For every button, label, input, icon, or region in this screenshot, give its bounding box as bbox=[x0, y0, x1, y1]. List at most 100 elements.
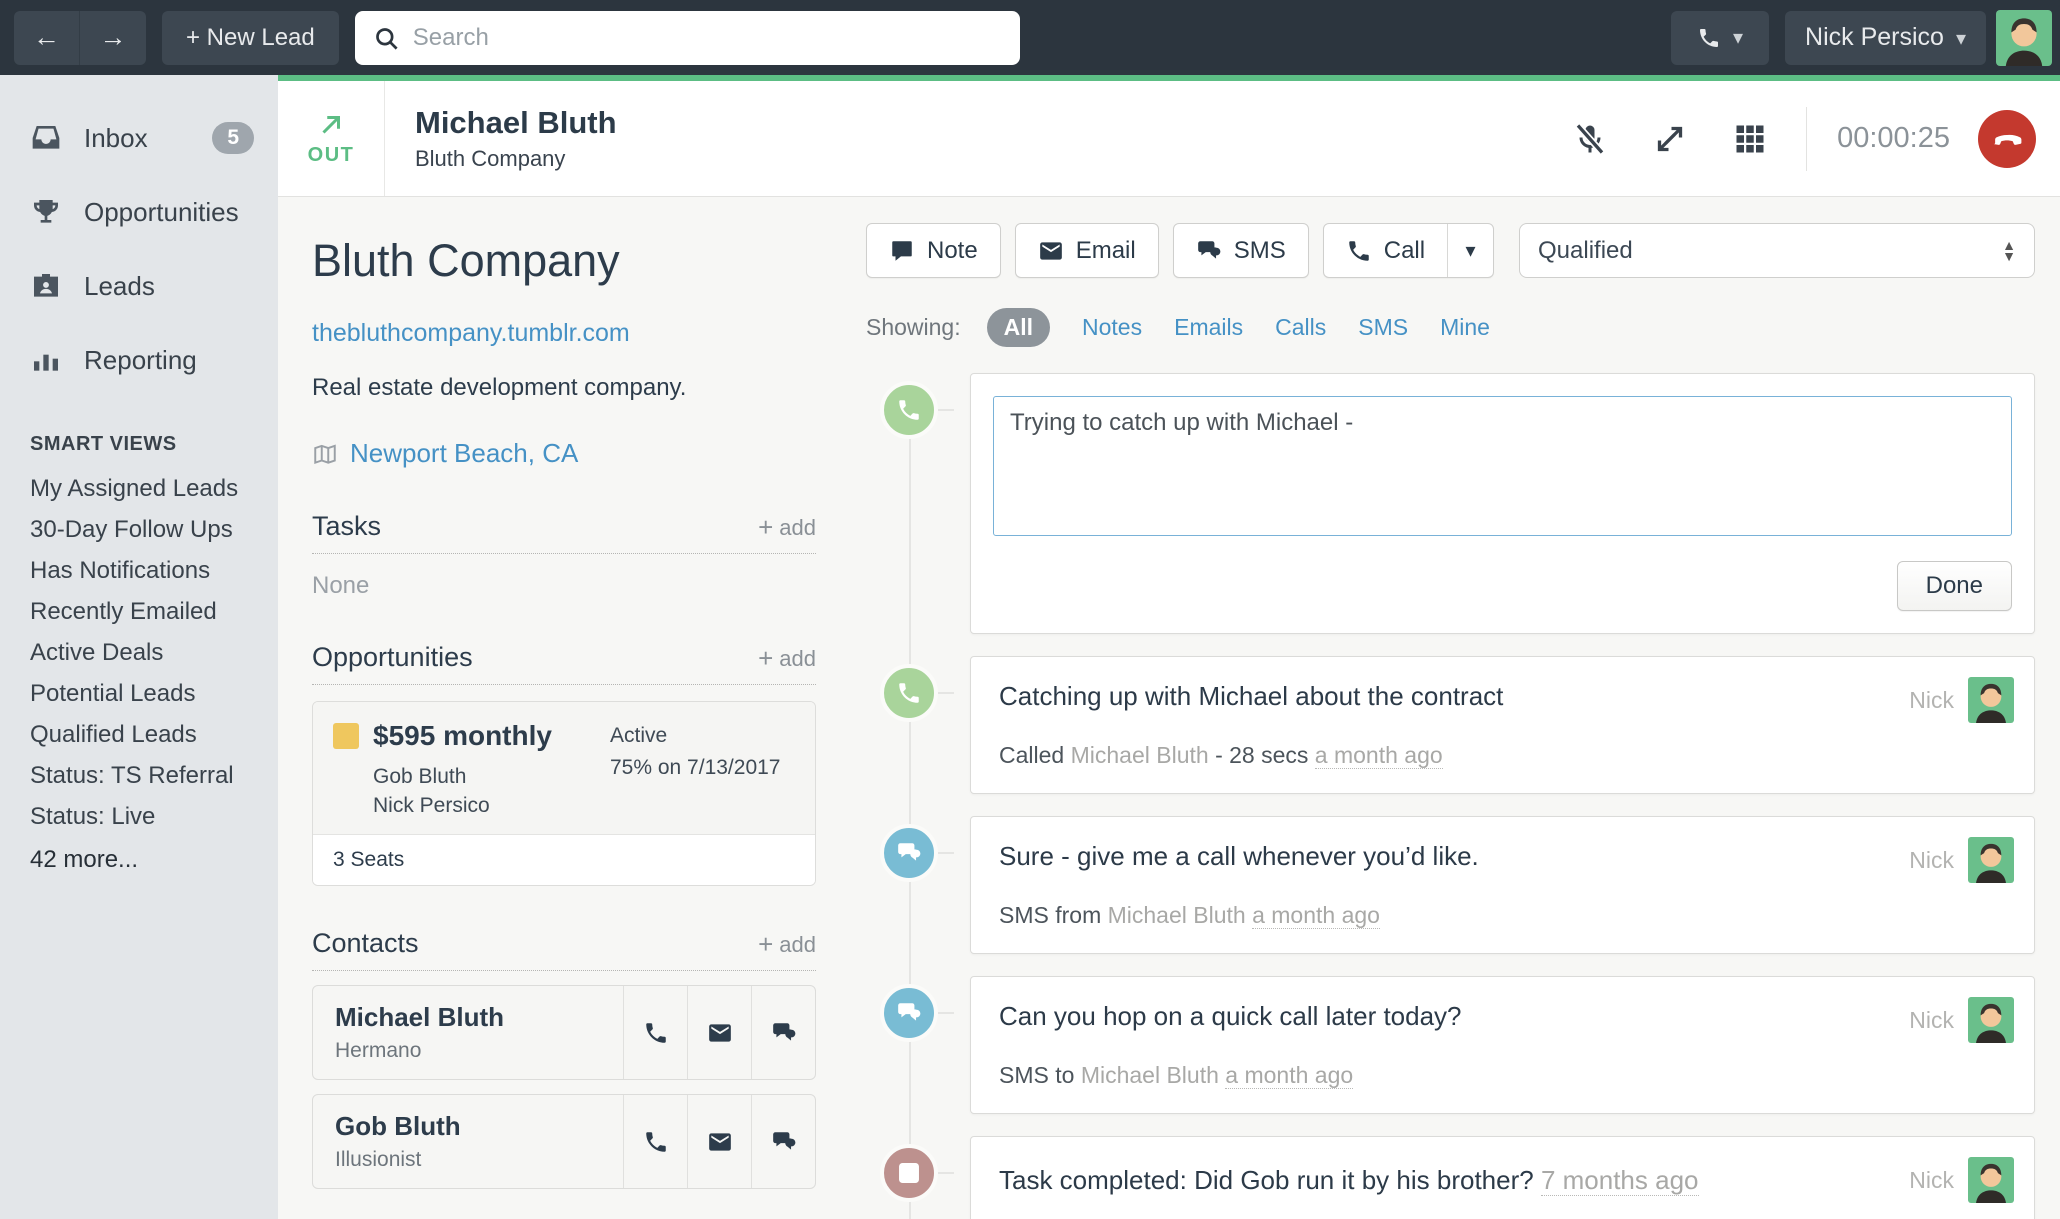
smart-view-active-deals[interactable]: Active Deals bbox=[0, 632, 278, 673]
call-note-input[interactable]: Trying to catch up with Michael - bbox=[993, 396, 2012, 536]
activity-author: Nick bbox=[1909, 837, 2014, 883]
opportunity-confidence: 75% on 7/13/2017 bbox=[610, 752, 795, 784]
user-avatar[interactable] bbox=[1996, 10, 2052, 66]
envelope-icon bbox=[707, 1129, 733, 1155]
call-options-dropdown[interactable] bbox=[1447, 224, 1493, 277]
activity-column: Note Email SMS C bbox=[850, 197, 2060, 1219]
sms-activity-icon bbox=[880, 984, 938, 1042]
activity-meta-contact: Michael Bluth bbox=[1108, 902, 1246, 928]
sidebar-item-opportunities[interactable]: Opportunities bbox=[0, 175, 278, 249]
opportunity-contact: Gob Bluth bbox=[373, 762, 610, 791]
smart-view-potential-leads[interactable]: Potential Leads bbox=[0, 673, 278, 714]
phone-icon bbox=[643, 1020, 669, 1046]
activity-title: Catching up with Michael about the contr… bbox=[999, 681, 2006, 712]
add-contact-button[interactable]: add bbox=[758, 929, 816, 960]
tasks-title: Tasks bbox=[312, 511, 381, 542]
opportunity-card[interactable]: $595 monthly Gob Bluth Nick Persico Acti… bbox=[312, 701, 816, 886]
contact-call-button[interactable] bbox=[623, 986, 687, 1079]
activity-meta-duration: - 28 secs bbox=[1215, 742, 1308, 768]
lead-status-select[interactable]: Qualified bbox=[1519, 223, 2035, 278]
activity-timestamp-link[interactable]: a month ago bbox=[1252, 902, 1380, 929]
call-activity-item: Catching up with Michael about the contr… bbox=[866, 656, 2035, 794]
contact-call-button[interactable] bbox=[623, 1095, 687, 1188]
contact-email-button[interactable] bbox=[687, 986, 751, 1079]
transfer-call-button[interactable] bbox=[1648, 117, 1692, 161]
smart-view-recently-emailed[interactable]: Recently Emailed bbox=[0, 591, 278, 632]
lead-name: Bluth Company bbox=[312, 235, 816, 287]
sms-button[interactable]: SMS bbox=[1173, 223, 1309, 278]
sidebar: Inbox 5 Opportunities Leads Reporting SM… bbox=[0, 75, 278, 1219]
contact-title: Hermano bbox=[335, 1039, 601, 1063]
author-avatar bbox=[1968, 1157, 2014, 1203]
activity-title: Sure - give me a call whenever you’d lik… bbox=[999, 841, 2006, 872]
call-direction-label: OUT bbox=[308, 144, 355, 167]
mute-button[interactable] bbox=[1568, 117, 1612, 161]
phone-menu-button[interactable] bbox=[1671, 11, 1769, 65]
back-button[interactable] bbox=[14, 11, 80, 65]
lead-description: Real estate development company. bbox=[312, 374, 816, 402]
trophy-icon bbox=[30, 196, 62, 228]
sidebar-item-label: Opportunities bbox=[84, 197, 239, 228]
sidebar-item-leads[interactable]: Leads bbox=[0, 249, 278, 323]
email-button[interactable]: Email bbox=[1015, 223, 1159, 278]
done-button[interactable]: Done bbox=[1897, 561, 2012, 611]
filter-emails[interactable]: Emails bbox=[1174, 314, 1243, 341]
contact-card: Michael Bluth Hermano bbox=[312, 985, 816, 1080]
user-menu-button[interactable]: Nick Persico bbox=[1785, 11, 1986, 65]
smart-views-more-link[interactable]: 42 more... bbox=[0, 837, 278, 883]
sidebar-item-reporting[interactable]: Reporting bbox=[0, 323, 278, 397]
chat-bubbles-icon bbox=[771, 1129, 797, 1155]
plus-icon bbox=[758, 515, 779, 540]
activity-timestamp-link[interactable]: a month ago bbox=[1315, 742, 1443, 769]
activity-meta-contact: Michael Bluth bbox=[1071, 742, 1209, 768]
dialpad-button[interactable] bbox=[1728, 117, 1772, 161]
sms-activity-item: Can you hop on a quick call later today?… bbox=[866, 976, 2035, 1114]
contacts-section-header: Contacts add bbox=[312, 928, 816, 971]
add-task-button[interactable]: add bbox=[758, 512, 816, 543]
activity-timestamp-link[interactable]: a month ago bbox=[1225, 1062, 1353, 1089]
opportunity-owner: Nick Persico bbox=[373, 791, 610, 820]
filter-sms[interactable]: SMS bbox=[1358, 314, 1408, 341]
contact-sms-button[interactable] bbox=[751, 1095, 815, 1188]
opportunity-note: 3 Seats bbox=[313, 834, 815, 885]
author-avatar bbox=[1968, 677, 2014, 723]
chevron-down-icon bbox=[1731, 25, 1743, 50]
phone-icon bbox=[1346, 238, 1372, 264]
smart-view-my-assigned-leads[interactable]: My Assigned Leads bbox=[0, 468, 278, 509]
smart-view-status-ts-referral[interactable]: Status: TS Referral bbox=[0, 755, 278, 796]
contacts-title: Contacts bbox=[312, 928, 419, 959]
smart-view-30-day-follow-ups[interactable]: 30-Day Follow Ups bbox=[0, 509, 278, 550]
activity-timestamp-link[interactable]: 7 months ago bbox=[1541, 1165, 1699, 1196]
call-button[interactable]: Call bbox=[1324, 224, 1447, 277]
phone-icon bbox=[1697, 26, 1721, 50]
chat-bubbles-icon bbox=[771, 1020, 797, 1046]
contact-name: Michael Bluth bbox=[335, 1002, 601, 1033]
filter-mine[interactable]: Mine bbox=[1440, 314, 1490, 341]
transfer-arrows-icon bbox=[1652, 121, 1688, 157]
filter-calls[interactable]: Calls bbox=[1275, 314, 1326, 341]
contact-sms-button[interactable] bbox=[751, 986, 815, 1079]
new-lead-button[interactable]: + New Lead bbox=[162, 11, 339, 65]
sidebar-item-inbox[interactable]: Inbox 5 bbox=[0, 101, 278, 175]
forward-button[interactable] bbox=[80, 11, 146, 65]
smart-view-status-live[interactable]: Status: Live bbox=[0, 796, 278, 837]
smart-view-qualified-leads[interactable]: Qualified Leads bbox=[0, 714, 278, 755]
avatar-image bbox=[1996, 10, 2052, 66]
call-note-editor-item: Trying to catch up with Michael - Done bbox=[866, 373, 2035, 634]
filter-notes[interactable]: Notes bbox=[1082, 314, 1142, 341]
add-opportunity-button[interactable]: add bbox=[758, 643, 816, 674]
lead-location-link[interactable]: Newport Beach, CA bbox=[350, 438, 578, 469]
author-avatar bbox=[1968, 997, 2014, 1043]
mic-off-icon bbox=[1572, 121, 1608, 157]
search-input[interactable] bbox=[355, 11, 1020, 65]
activity-meta-action: SMS to bbox=[999, 1062, 1074, 1088]
hang-up-button[interactable] bbox=[1978, 110, 2036, 168]
filter-all[interactable]: All bbox=[987, 308, 1050, 347]
dialpad-icon bbox=[1732, 121, 1768, 157]
select-arrows-icon bbox=[2002, 240, 2016, 262]
smart-view-has-notifications[interactable]: Has Notifications bbox=[0, 550, 278, 591]
note-button[interactable]: Note bbox=[866, 223, 1001, 278]
opportunity-status: Active bbox=[610, 720, 795, 752]
lead-website-link[interactable]: thebluthcompany.tumblr.com bbox=[312, 319, 630, 348]
contact-email-button[interactable] bbox=[687, 1095, 751, 1188]
